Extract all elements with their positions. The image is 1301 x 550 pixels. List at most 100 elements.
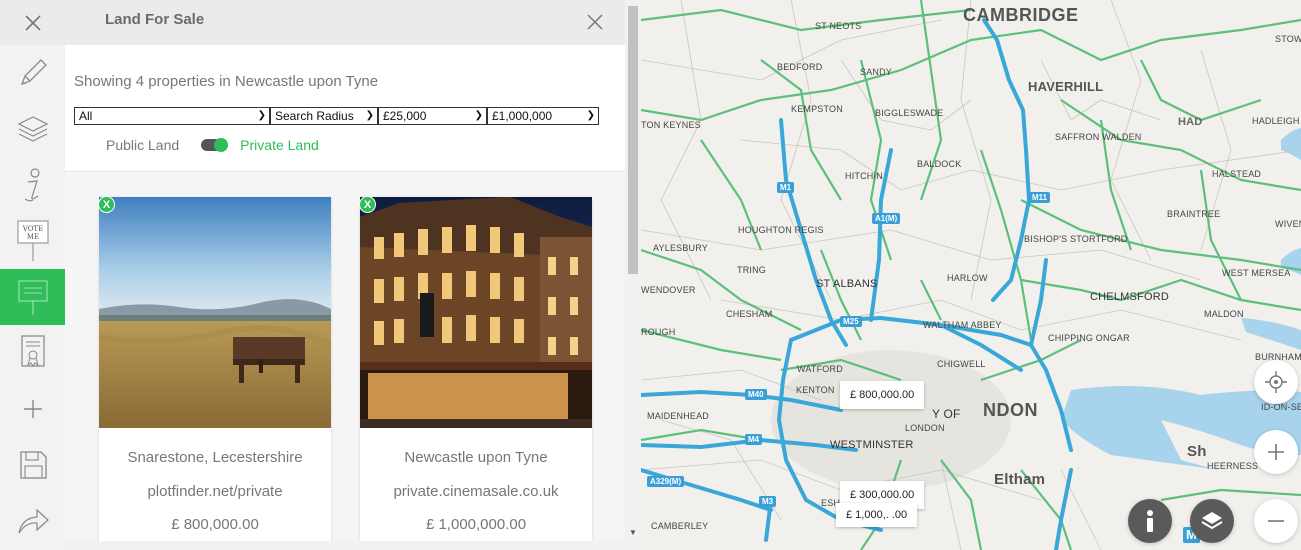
price-marker[interactable]: £ 800,000.00	[840, 381, 925, 409]
locate-button[interactable]	[1254, 360, 1298, 404]
remove-card-button[interactable]: X	[359, 196, 376, 213]
card-source-link[interactable]: plotfinder.net/private	[99, 483, 331, 500]
place-label: TON KEYNES	[641, 120, 701, 130]
place-label: KEMPSTON	[791, 104, 843, 114]
place-label: BISHOP'S STORTFORD	[1024, 234, 1128, 244]
max-price-select[interactable]: £1,000,000 ❯	[487, 107, 599, 125]
min-price-value: £25,000	[383, 109, 427, 123]
place-label: HALSTEAD	[1212, 169, 1262, 179]
layers-icon	[1201, 512, 1223, 530]
place-label: AYLESBURY	[653, 243, 708, 253]
land-type-toggle[interactable]	[201, 138, 229, 152]
horizontal-scrollbar[interactable]	[65, 541, 625, 550]
card-location: Snarestone, Lecestershire	[127, 449, 303, 466]
place-label: SAFFRON WALDEN	[1055, 132, 1142, 142]
place-label: HOUGHTON REGIS	[738, 225, 824, 235]
close-menu-button[interactable]	[0, 0, 65, 45]
land-type-toggle-row: Public Land Private Land	[106, 136, 319, 154]
max-price-value: £1,000,000	[492, 109, 553, 123]
place-label: CAMBERLEY	[651, 521, 709, 531]
place-label: ROUGH	[641, 327, 676, 337]
panel-close-button[interactable]	[583, 10, 607, 34]
panel-scrollbar[interactable]: ▼	[625, 0, 641, 550]
vote-sign-line2: ME	[26, 233, 38, 241]
filter-area: Showing 4 properties in Newcastle upon T…	[65, 45, 625, 172]
private-land-label[interactable]: Private Land	[240, 137, 319, 153]
layers-icon	[17, 116, 48, 142]
draw-tool-button[interactable]	[0, 45, 65, 101]
layers-tool-button[interactable]	[0, 101, 65, 157]
save-tool-button[interactable]	[0, 437, 65, 493]
min-price-select[interactable]: £25,000 ❯	[378, 107, 487, 125]
property-card[interactable]: X	[98, 196, 331, 550]
property-card[interactable]: X	[359, 196, 592, 550]
card-price: £ 1,000,000.00	[425, 516, 527, 533]
public-land-label[interactable]: Public Land	[106, 137, 179, 153]
place-label: TRING	[737, 265, 766, 275]
chevron-down-icon: ❯	[586, 110, 595, 121]
place-label: HAVERHILL	[1028, 79, 1104, 94]
place-label: Eltham	[994, 471, 1046, 488]
map-info-button[interactable]	[1128, 499, 1172, 543]
road-shield: M4	[745, 434, 763, 445]
place-label: ST NEOTS	[815, 21, 862, 31]
land-sale-icon	[18, 280, 47, 315]
land-sale-tool-button[interactable]	[0, 269, 65, 325]
pencil-icon	[20, 59, 47, 86]
scroll-down-arrow-icon[interactable]: ▼	[629, 528, 637, 537]
left-toolbar: VOTE ME	[0, 0, 65, 550]
results-summary: Showing 4 properties in Newcastle upon T…	[74, 73, 379, 90]
type-select[interactable]: All ❯	[74, 107, 270, 125]
place-label: CHIGWELL	[937, 359, 986, 369]
place-label: CAMBRIDGE	[963, 5, 1079, 25]
scrollbar-thumb[interactable]	[628, 6, 638, 274]
place-label: WEST MERSEA	[1222, 268, 1291, 278]
property-photo	[360, 197, 592, 428]
place-label: WALTHAM ABBEY	[923, 320, 1002, 330]
place-label: LONDON	[905, 423, 945, 433]
road-shield: M40	[745, 389, 767, 400]
place-label: WIVEN	[1275, 219, 1301, 229]
share-icon	[17, 508, 49, 534]
property-photo	[99, 197, 331, 428]
crosshair-icon	[1265, 371, 1287, 393]
close-icon	[24, 14, 41, 31]
place-label: WENDOVER	[641, 285, 696, 295]
save-icon	[19, 451, 47, 479]
share-tool-button[interactable]	[0, 493, 65, 549]
minus-icon	[1268, 520, 1284, 522]
place-label: MALDON	[1204, 309, 1244, 319]
place-label: Sh	[1187, 443, 1207, 460]
vote-sign-line1: VOTE	[21, 225, 42, 233]
place-label: CHELMSFORD	[1090, 291, 1170, 303]
info-icon	[1147, 510, 1153, 532]
add-tool-button[interactable]	[0, 381, 65, 437]
map-layers-button[interactable]	[1190, 499, 1234, 543]
place-label: KENTON	[796, 385, 835, 395]
card-location: Newcastle upon Tyne	[404, 449, 548, 466]
place-label: HEERNESS	[1207, 461, 1259, 471]
map-view[interactable]: CAMBRIDGE HAVERHILL ST NEOTS BEDFORD SAN…	[641, 0, 1301, 550]
place-label: STOW	[1275, 34, 1301, 44]
road-shield: M1	[777, 182, 795, 193]
chevron-down-icon: ❯	[474, 110, 483, 121]
place-label: HAD	[1178, 116, 1203, 128]
chevron-down-icon: ❯	[257, 110, 266, 121]
certificate-tool-button[interactable]	[0, 325, 65, 381]
plus-icon	[23, 400, 42, 418]
place-label: NDON	[983, 400, 1038, 420]
place-label: BALDOCK	[917, 159, 962, 169]
certificate-icon	[20, 335, 45, 367]
app-window: VOTE ME Land For Sale Showing 4 properti…	[0, 0, 1301, 550]
zoom-out-button[interactable]	[1254, 499, 1298, 543]
chevron-down-icon: ❯	[365, 110, 374, 121]
price-marker[interactable]: £ 1,000,. .00	[836, 503, 918, 527]
place-label: HITCHIN	[845, 171, 883, 181]
radius-select[interactable]: Search Radius ❯	[270, 107, 378, 125]
zoom-in-button[interactable]	[1254, 430, 1298, 474]
vote-tool-button[interactable]: VOTE ME	[0, 213, 65, 269]
card-source-link[interactable]: private.cinemasale.co.uk	[360, 483, 592, 500]
info-tool-button[interactable]	[0, 157, 65, 213]
place-label: HADLEIGH	[1252, 116, 1300, 126]
remove-card-button[interactable]: X	[98, 196, 115, 213]
